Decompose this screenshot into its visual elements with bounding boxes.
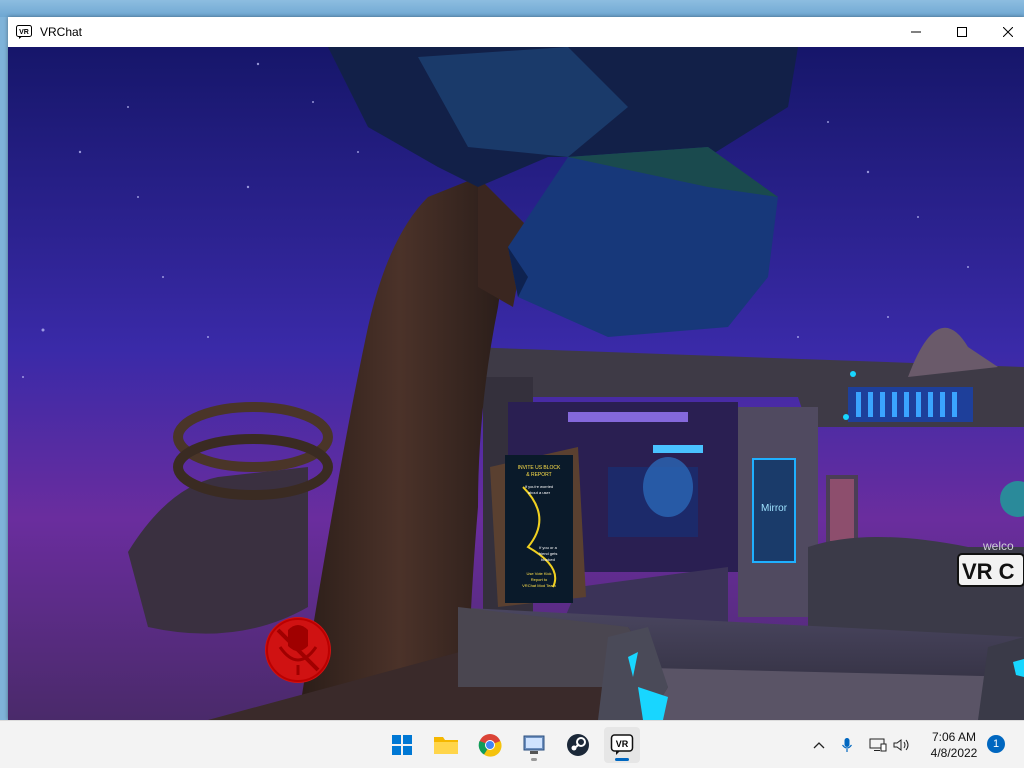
minimize-icon	[911, 31, 921, 33]
vrchat-window[interactable]: VR VRChat Mirror welco VR C INVITE US BL…	[8, 17, 1024, 720]
remote-desktop-icon	[523, 735, 545, 754]
mirror-label: Mirror	[761, 503, 788, 514]
network-tray-button[interactable]	[868, 735, 888, 755]
clock-date: 4/8/2022	[930, 746, 978, 760]
start-button[interactable]	[384, 727, 420, 763]
microphone-muted-icon	[265, 617, 331, 683]
show-hidden-icons-button[interactable]	[809, 735, 829, 755]
chrome-button[interactable]	[472, 727, 508, 763]
minimize-button[interactable]	[893, 17, 939, 47]
poster-subtitle: & REPORT	[526, 472, 551, 478]
steam-icon	[567, 734, 589, 756]
welcome-sign: welco	[982, 539, 1014, 553]
file-explorer-button[interactable]	[428, 727, 464, 763]
poster-title: INVITE US BLOCK	[518, 465, 561, 471]
poster-line: If you're worried	[525, 484, 553, 489]
notification-badge[interactable]: 1	[987, 735, 1005, 753]
game-viewport[interactable]: Mirror welco VR C INVITE US BLOCK & REPO…	[8, 47, 1024, 720]
desktop-background	[0, 0, 1024, 17]
vrchat-icon: VR	[610, 734, 634, 755]
chevron-up-icon	[813, 742, 825, 749]
microphone-tray-button[interactable]	[837, 735, 857, 755]
vr-sign: VR C	[962, 559, 1015, 584]
vrchat-taskbar-button[interactable]: VR	[604, 727, 640, 763]
clock-time: 7:06 AM	[931, 730, 977, 744]
svg-text:VR: VR	[616, 739, 629, 749]
volume-tray-button[interactable]	[892, 735, 912, 755]
display-icon	[869, 738, 887, 752]
chrome-icon	[478, 734, 502, 757]
poster-line: blocked	[541, 557, 555, 562]
svg-text:VR: VR	[19, 29, 29, 36]
safety-poster: INVITE US BLOCK & REPORT If you're worri…	[490, 447, 586, 607]
poster-line: VRChat Mod Team	[522, 583, 556, 588]
taskbar: VR 7:06 AM 4/8/2022	[0, 720, 1024, 768]
poster-line: Report to	[531, 577, 548, 582]
poster-line: Use Vote Kick	[527, 571, 552, 576]
close-icon	[1003, 27, 1013, 37]
windows-start-icon	[392, 735, 412, 755]
poster-line: friend gets	[539, 551, 558, 556]
microphone-icon	[842, 738, 852, 752]
folder-icon	[434, 737, 458, 754]
active-indicator	[615, 758, 629, 761]
poster-line: about a user	[528, 490, 551, 495]
title-bar[interactable]: VR VRChat	[8, 17, 1024, 47]
system-clock[interactable]: 7:06 AM 4/8/2022	[920, 729, 988, 761]
maximize-icon	[957, 27, 967, 37]
close-button[interactable]	[985, 17, 1024, 47]
maximize-button[interactable]	[939, 17, 985, 47]
steam-button[interactable]	[560, 727, 596, 763]
remote-desktop-button[interactable]	[516, 727, 552, 763]
running-indicator	[531, 758, 537, 761]
speaker-icon	[893, 739, 909, 751]
vrchat-logo-icon: VR	[16, 25, 32, 39]
poster-line: If you or a	[539, 545, 558, 550]
window-title: VRChat	[40, 25, 83, 39]
